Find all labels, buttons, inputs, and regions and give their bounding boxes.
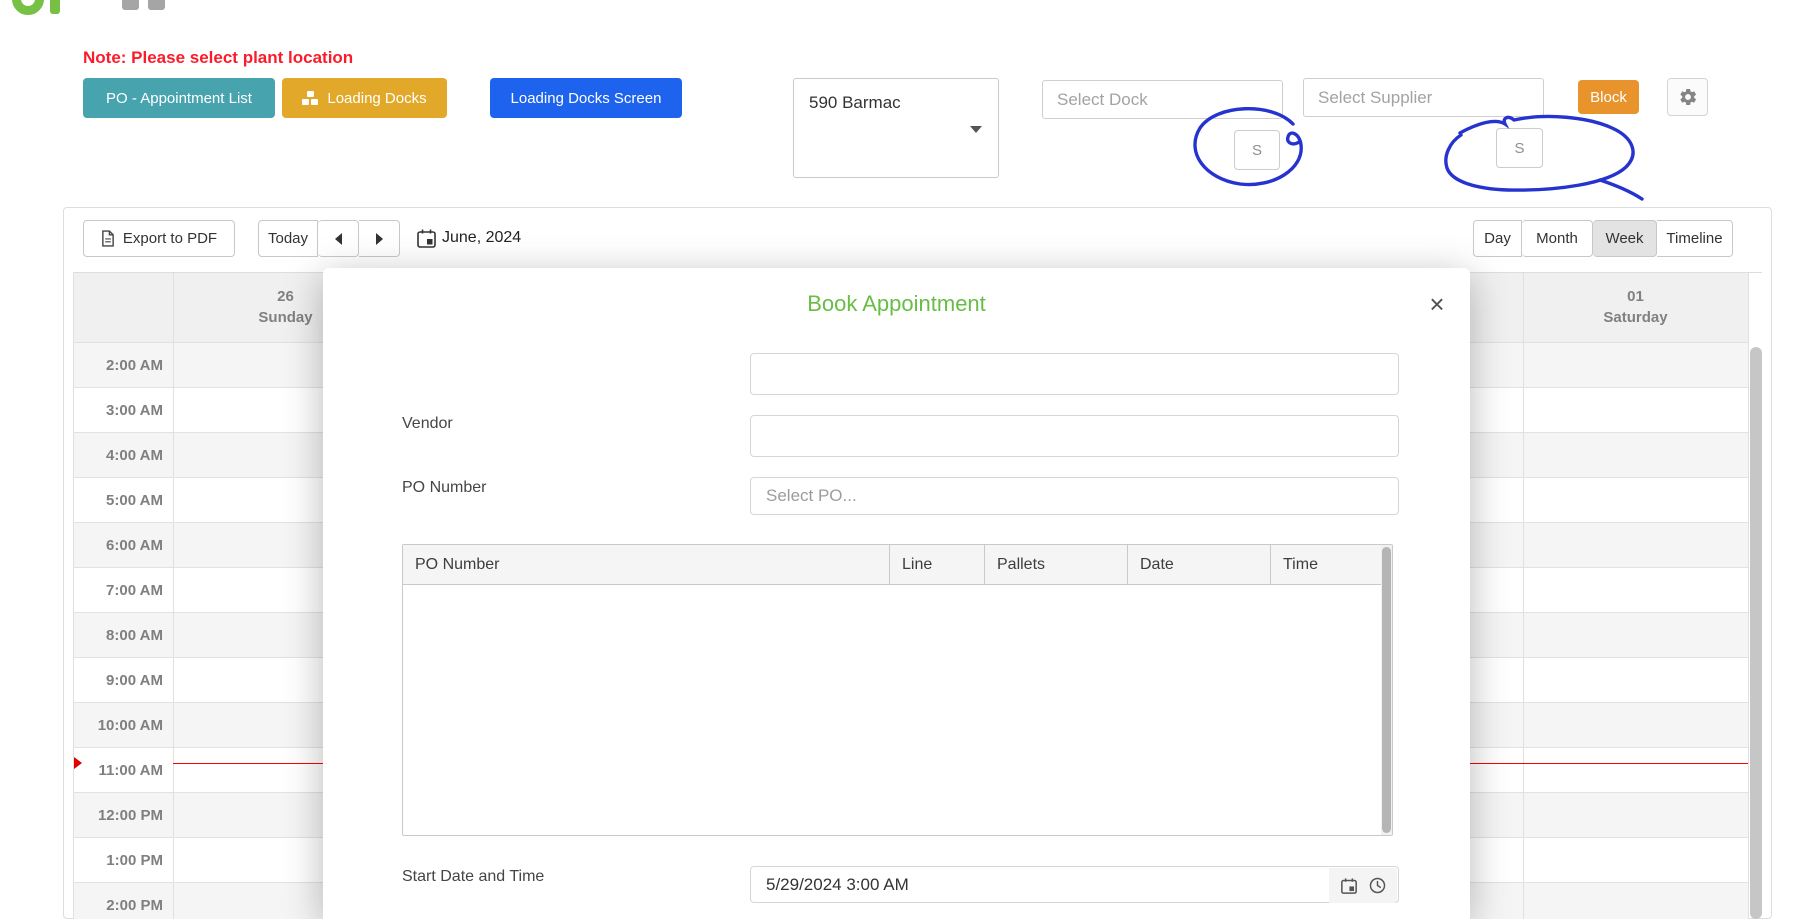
export-pdf-label: Export to PDF [123,230,217,247]
annotation-tail [1600,180,1642,199]
vendor-input[interactable] [750,415,1399,457]
time-label: 11:00 AM [73,748,163,793]
view-month-label: Month [1536,230,1578,247]
chevron-left-icon [335,233,342,245]
po-table-column-header[interactable]: Date [1128,545,1271,585]
time-label: 12:00 PM [73,793,163,838]
dock-spinner-label: S [1252,142,1262,159]
today-label: Today [268,230,308,247]
po-appointment-list-button[interactable]: PO - Appointment List [83,78,275,118]
view-timeline-button[interactable]: Timeline [1657,220,1733,257]
today-button[interactable]: Today [258,220,318,257]
export-pdf-button[interactable]: Export to PDF [83,220,235,257]
close-icon[interactable]: × [1421,288,1453,320]
time-label: 4:00 AM [73,433,163,478]
next-week-button[interactable] [359,220,400,257]
view-day-label: Day [1484,230,1511,247]
plant-location-note: Note: Please select plant location [83,48,353,68]
date-picker-icon[interactable] [1341,878,1357,894]
current-time-marker [74,757,82,769]
po-table: PO NumberLinePalletsDateTime [402,544,1393,836]
time-label: 2:00 AM [73,343,163,388]
day-number: 01 [1523,286,1748,307]
po-table-column-header[interactable]: Pallets [985,545,1128,585]
settings-button[interactable] [1667,78,1708,116]
supplier-spinner-label: S [1514,140,1524,157]
time-label: 2:00 PM [73,883,163,919]
calendar-icon[interactable] [417,229,436,253]
time-label: 10:00 AM [73,703,163,748]
start-datetime-value: 5/29/2024 3:00 AM [766,875,909,894]
grid-column-border [173,273,174,919]
view-week-button[interactable]: Week [1593,220,1657,257]
loading-docks-screen-button[interactable]: Loading Docks Screen [490,78,682,118]
pallet-icon [302,91,319,106]
app-logo [50,0,60,14]
start-datetime-input[interactable]: 5/29/2024 3:00 AM [750,866,1399,903]
plant-location-select[interactable]: 590 Barmac [793,78,999,178]
app-logo [12,0,44,15]
view-week-label: Week [1605,230,1643,247]
book-appointment-modal: Book Appointment × Title Vendor PO Numbe… [323,268,1470,919]
block-button[interactable]: Block [1578,80,1639,114]
po-table-scrollbar[interactable] [1382,547,1391,833]
vendor-field-label: Vendor [402,415,453,433]
po-table-column-header[interactable]: PO Number [403,545,890,585]
time-label: 1:00 PM [73,838,163,883]
prev-week-button[interactable] [318,220,359,257]
app-page: Note: Please select plant location PO - … [0,0,1805,919]
day-name: Saturday [1523,307,1748,328]
grid-column-border [1523,273,1524,919]
loading-docks-screen-label: Loading Docks Screen [511,90,662,107]
title-input[interactable] [750,353,1399,395]
dock-select-input[interactable] [1042,80,1283,119]
app-logo [148,0,165,10]
supplier-spinner-button[interactable]: S [1496,128,1543,168]
time-label: 5:00 AM [73,478,163,523]
datetime-picker-buttons [1329,868,1397,903]
grid-column-border [1748,273,1749,919]
clock-icon[interactable] [1369,877,1386,894]
time-label: 3:00 AM [73,388,163,433]
dock-spinner-button[interactable]: S [1234,130,1280,170]
loading-docks-label: Loading Docks [327,90,426,107]
start-datetime-label: Start Date and Time [402,868,544,886]
po-table-column-header[interactable]: Time [1271,545,1382,585]
po-table-scrollbar-track [1381,545,1392,835]
gear-icon [1678,87,1698,107]
view-timeline-label: Timeline [1666,230,1722,247]
day-header-saturday[interactable]: 01Saturday [1523,273,1748,343]
po-select-input[interactable] [750,477,1399,515]
po-table-header-row: PO NumberLinePalletsDateTime [403,545,1382,585]
po-table-column-header[interactable]: Line [890,545,985,585]
modal-title: Book Appointment [323,291,1470,317]
calendar-scrollbar[interactable] [1750,347,1762,919]
time-label: 9:00 AM [73,658,163,703]
dropdown-arrow-icon [970,126,982,133]
plant-location-value: 590 Barmac [809,93,901,113]
pdf-icon [101,230,115,247]
time-label: 6:00 AM [73,523,163,568]
grid-column-border [73,273,74,919]
time-label: 7:00 AM [73,568,163,613]
view-day-button[interactable]: Day [1473,220,1522,257]
app-logo [122,0,139,10]
current-month-label: June, 2024 [442,229,521,247]
view-month-button[interactable]: Month [1522,220,1593,257]
chevron-right-icon [376,233,383,245]
po-number-field-label: PO Number [402,479,486,497]
time-label: 8:00 AM [73,613,163,658]
loading-docks-button[interactable]: Loading Docks [282,78,447,118]
supplier-select-input[interactable] [1303,78,1544,117]
po-appointment-list-label: PO - Appointment List [106,90,252,107]
